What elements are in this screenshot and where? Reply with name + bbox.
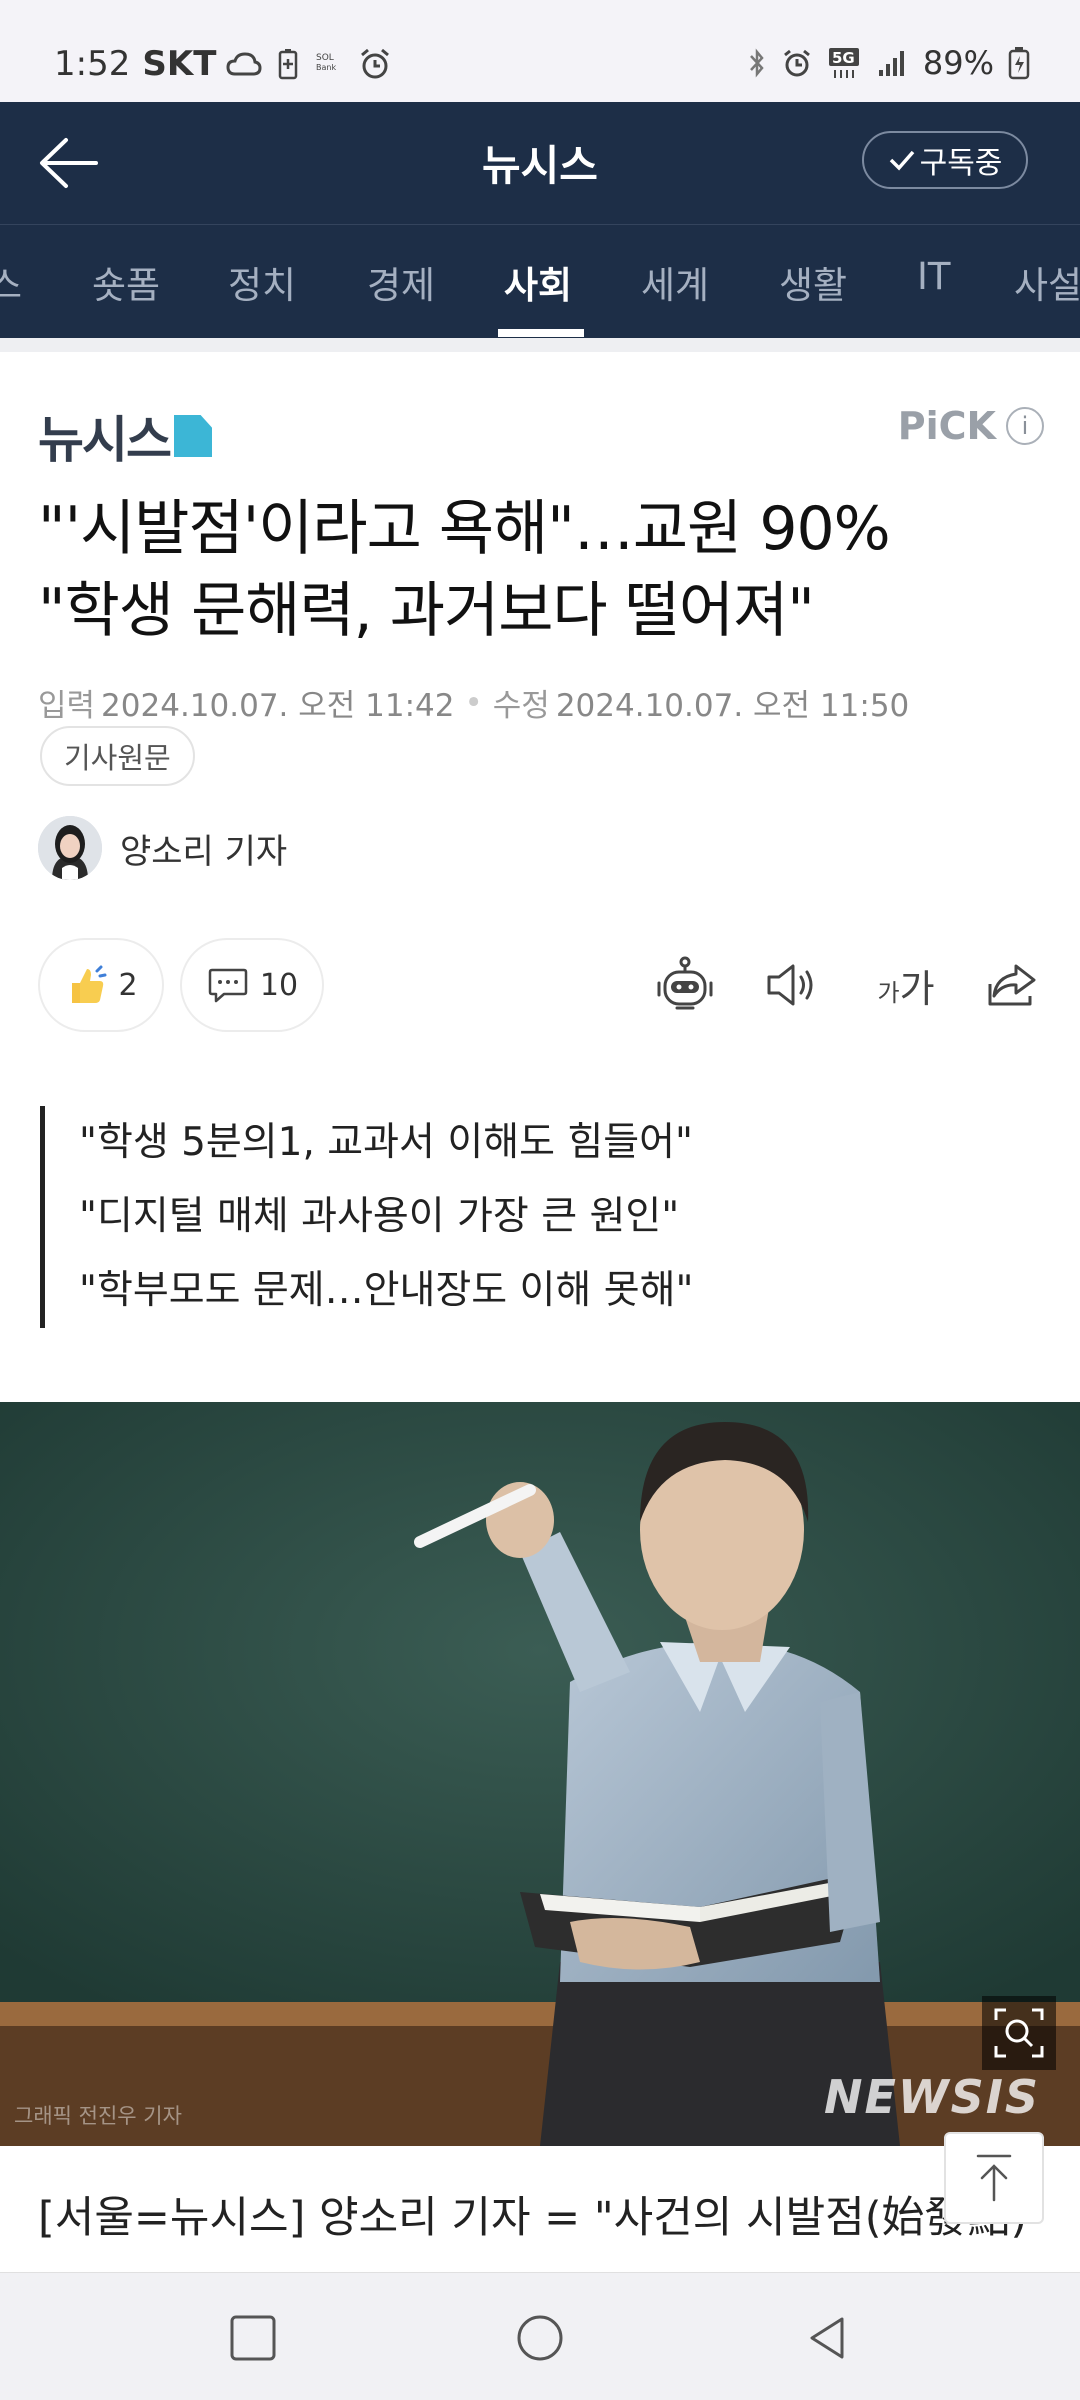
robot-icon — [657, 956, 713, 1010]
app-bar: 뉴시스 구독중 — [0, 102, 1080, 224]
status-bar: 1:52 SKT SOL Bank 5G 89% — [0, 0, 1080, 102]
original-article-button[interactable]: 기사원문 — [40, 726, 195, 786]
recents-icon — [230, 2315, 276, 2361]
tab-economy[interactable]: 경제 — [367, 255, 435, 309]
arrow-up-icon — [976, 2154, 1012, 2202]
back-nav-button[interactable] — [792, 2303, 862, 2373]
reporter-info[interactable]: 양소리 기자 — [38, 816, 287, 880]
font-size-large-label: 가 — [899, 966, 935, 1011]
input-label: 입력 — [38, 688, 96, 724]
signal-icon — [877, 48, 909, 78]
photo-watermark: NEWSIS — [823, 2070, 1040, 2124]
reporter-avatar — [38, 816, 102, 880]
recent-apps-button[interactable] — [218, 2303, 288, 2373]
press-logo[interactable]: 뉴시스 — [38, 400, 212, 472]
thumbs-up-icon — [72, 965, 107, 1003]
summary-line-3: "학부모도 문제…안내장도 이해 못해" — [79, 1268, 694, 1313]
body-line-1: [서울=뉴시스] 양소리 기자 = "사건의 시발점(始發點) — [38, 2193, 1028, 2243]
read-aloud-button[interactable] — [758, 952, 824, 1018]
press-logo-mark — [174, 415, 212, 457]
article-body: [서울=뉴시스] 양소리 기자 = "사건의 시발점(始發點) — [38, 2180, 1048, 2256]
tab-world[interactable]: 세계 — [641, 255, 709, 309]
home-button[interactable] — [505, 2303, 575, 2373]
svg-text:SOL: SOL — [316, 53, 334, 63]
tab-news[interactable]: 스 — [0, 255, 22, 309]
alarm-icon — [781, 47, 813, 79]
svg-text:Bank: Bank — [316, 63, 336, 72]
speaker-icon — [767, 964, 813, 1006]
comment-icon — [208, 968, 248, 1003]
home-icon — [517, 2315, 563, 2361]
like-count: 2 — [118, 967, 138, 1003]
like-button[interactable]: 2 — [38, 938, 164, 1032]
summary-line-2: "디지털 매체 과사용이 가장 큰 원인" — [79, 1194, 680, 1239]
article-dates: 입력 2024.10.07. 오전 11:42 • 수정 2024.10.07.… — [38, 680, 909, 725]
reporter-name: 양소리 기자 — [120, 831, 288, 872]
status-time: 1:52 — [54, 44, 131, 84]
status-carrier: SKT — [142, 44, 217, 84]
info-icon[interactable]: i — [1006, 407, 1044, 445]
tab-society[interactable]: 사회 — [504, 255, 572, 309]
edit-date: 2024.10.07. 오전 11:50 — [555, 688, 910, 724]
network-5g-icon: 5G — [827, 46, 863, 80]
comment-count: 10 — [259, 967, 299, 1003]
summary-line-1: "학생 5분의1, 교과서 이해도 힘들어" — [79, 1120, 693, 1165]
zoom-search-icon — [994, 2008, 1044, 2058]
photo-credit: 그래픽 전진우 기자 — [14, 2104, 182, 2128]
comment-button[interactable]: 10 — [180, 938, 324, 1032]
tab-it[interactable]: IT — [917, 255, 951, 298]
share-button[interactable] — [980, 952, 1046, 1018]
summary-bot-button[interactable] — [652, 952, 718, 1018]
tab-life[interactable]: 생활 — [779, 255, 847, 309]
article-photo[interactable]: 그래픽 전진우 기자 NEWSIS — [0, 1402, 1080, 2146]
pick-label: PiCK — [897, 404, 996, 448]
battery-percent: 89% — [922, 44, 994, 82]
check-icon — [889, 150, 914, 171]
sol-bank-icon: SOL Bank — [314, 48, 342, 80]
headline-line-2: "학생 문해력, 과거보다 떨어져" — [38, 576, 815, 646]
svg-text:5G: 5G — [832, 49, 855, 67]
battery-saver-icon — [278, 48, 298, 80]
share-icon — [988, 964, 1036, 1006]
input-date: 2024.10.07. 오전 11:42 — [101, 688, 455, 724]
system-nav-bar — [0, 2272, 1080, 2400]
pick-badge[interactable]: PiCK i — [898, 404, 1044, 448]
back-triangle-icon — [810, 2317, 844, 2359]
headline-line-1: "'시발점'이라고 욕해"…교원 90% — [38, 494, 891, 564]
teacher-illustration — [0, 1402, 1080, 2146]
category-tabs: 스 숏폼 정치 경제 사회 세계 생활 IT 사설 — [0, 224, 1080, 338]
image-zoom-button[interactable] — [982, 1996, 1056, 2070]
subscribe-label: 구독중 — [919, 146, 1003, 181]
font-size-button[interactable]: 가 가 — [866, 952, 946, 1018]
tab-shortform[interactable]: 숏폼 — [92, 255, 160, 309]
article-summary-quote: "학생 5분의1, 교과서 이해도 힘들어" "디지털 매체 과사용이 가장 큰… — [40, 1106, 693, 1328]
bluetooth-icon — [747, 48, 767, 78]
section-divider — [0, 338, 1080, 352]
cloud-icon — [226, 52, 262, 76]
active-tab-indicator — [498, 329, 584, 337]
scroll-top-button[interactable] — [944, 2132, 1044, 2224]
edit-label: 수정 — [492, 688, 550, 724]
alarm-clock-icon — [358, 47, 392, 81]
subscribe-button[interactable]: 구독중 — [862, 131, 1028, 189]
tab-editorial[interactable]: 사설 — [1014, 255, 1080, 309]
screen: 1:52 SKT SOL Bank 5G 89% 뉴시스 구독중 숏폼 정치 경… — [0, 0, 1080, 2400]
article-headline: "'시발점'이라고 욕해"…교원 90% "학생 문해력, 과거보다 떨어져" — [38, 488, 1048, 652]
meta-separator: • — [464, 684, 483, 721]
press-logo-text: 뉴시스 — [38, 411, 172, 469]
font-size-small-label: 가 — [877, 978, 900, 1007]
battery-icon — [1008, 46, 1030, 80]
tab-politics[interactable]: 정치 — [228, 255, 296, 309]
